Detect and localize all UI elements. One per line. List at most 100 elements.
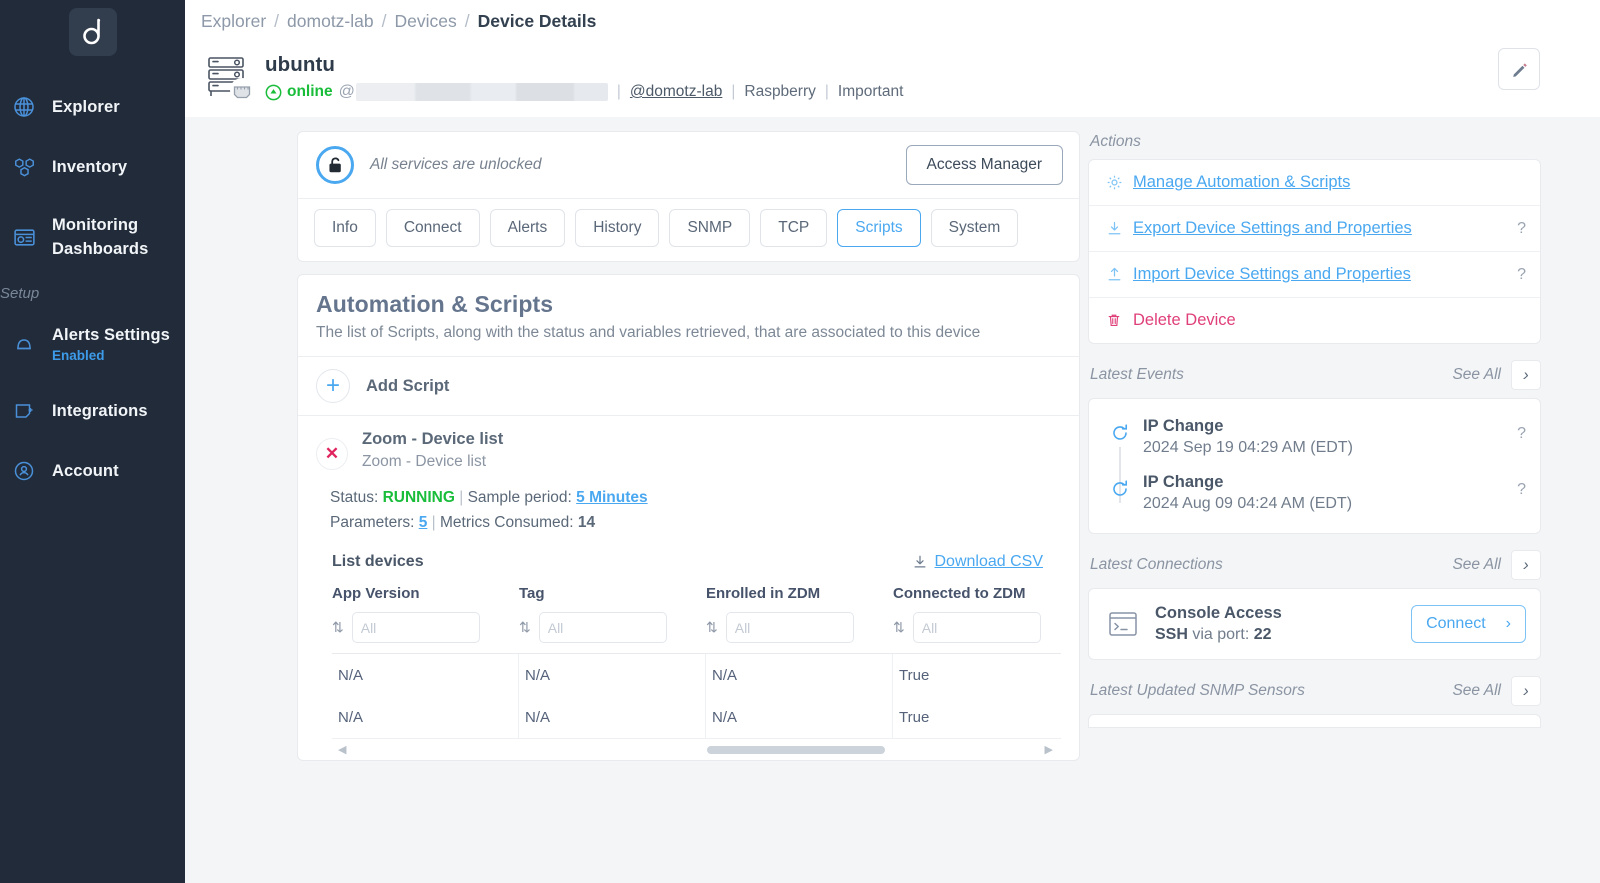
sort-updown-icon[interactable]: ⇅ — [706, 619, 718, 636]
access-manager-button[interactable]: Access Manager — [905, 145, 1063, 185]
cell-connected-zdm: True — [893, 654, 1079, 696]
connect-button[interactable]: Connect › — [1411, 605, 1526, 643]
close-x-icon[interactable]: ✕ — [316, 438, 348, 470]
see-all-snmp-link[interactable]: See All — [1452, 682, 1501, 700]
grid-horizontal-scrollbar[interactable]: ◀ ▶ — [332, 738, 1061, 760]
device-tag-important[interactable]: Important — [838, 83, 903, 101]
event-timestamp: 2024 Sep 19 04:29 AM (EDT) — [1143, 439, 1353, 456]
filter-input-connected-zdm[interactable] — [912, 612, 1041, 644]
globe-icon — [6, 93, 42, 121]
script-stats: Status: RUNNING | Sample period: 5 Minut… — [330, 485, 1061, 535]
actions-label-text: Actions — [1090, 133, 1141, 150]
see-all-connections-link[interactable]: See All — [1452, 556, 1501, 574]
sidebar-item-account[interactable]: Account — [0, 446, 185, 496]
sidebar-item-monitoring-dashboards[interactable]: Monitoring Dashboards — [0, 202, 185, 273]
event-item[interactable]: IP Change 2024 Sep 19 04:29 AM (EDT) ? — [1103, 409, 1526, 465]
dashboard-icon — [6, 223, 42, 251]
chevron-right-icon[interactable]: › — [1511, 360, 1541, 390]
scroll-right-arrow-icon[interactable]: ▶ — [1045, 743, 1053, 756]
action-manage-automation-scripts[interactable]: Manage Automation & Scripts — [1089, 160, 1540, 206]
cubes-icon — [6, 153, 42, 181]
script-title-row: ✕ Zoom - Device list Zoom - Device list — [316, 430, 1061, 471]
tab-system[interactable]: System — [930, 209, 1019, 247]
event-timestamp: 2024 Aug 09 04:24 AM (EDT) — [1143, 495, 1353, 512]
sidebar: Explorer Inventory Monitoring Dashboards… — [0, 0, 185, 883]
scroll-left-arrow-icon[interactable]: ◀ — [338, 743, 346, 756]
trash-icon — [1103, 312, 1125, 329]
latest-events-card: IP Change 2024 Sep 19 04:29 AM (EDT) ? I… — [1088, 398, 1541, 534]
sidebar-item-label: Monitoring Dashboards — [52, 216, 149, 259]
latest-events-section-label: Latest Events See All › — [1088, 358, 1541, 398]
edit-device-button[interactable] — [1498, 48, 1540, 90]
parameters-value[interactable]: 5 — [419, 514, 428, 531]
table-row[interactable]: N/A N/A N/A True — [332, 654, 1061, 697]
help-icon[interactable]: ? — [1517, 266, 1526, 284]
status-badge: online — [287, 83, 333, 100]
download-csv-button[interactable]: Download CSV — [912, 553, 1043, 571]
scrollbar-thumb[interactable] — [707, 746, 885, 755]
latest-snmp-label-text: Latest Updated SNMP Sensors — [1090, 682, 1305, 699]
chevron-right-icon[interactable]: › — [1511, 676, 1541, 706]
sort-updown-icon[interactable]: ⇅ — [332, 619, 344, 636]
sidebar-item-inventory[interactable]: Inventory — [0, 142, 185, 192]
add-script-button[interactable]: + Add Script — [298, 356, 1079, 415]
cell-enrolled-zdm: N/A — [706, 696, 893, 739]
action-export-device-settings[interactable]: Export Device Settings and Properties ? — [1089, 206, 1540, 252]
tab-snmp[interactable]: SNMP — [669, 209, 751, 247]
actions-card: Manage Automation & Scripts Export Devic… — [1088, 159, 1541, 344]
sort-updown-icon[interactable]: ⇅ — [519, 619, 531, 636]
help-icon[interactable]: ? — [1517, 220, 1526, 238]
action-import-device-settings[interactable]: Import Device Settings and Properties ? — [1089, 252, 1540, 298]
breadcrumb-item-devices[interactable]: Devices — [395, 11, 457, 32]
filter-input-tag[interactable] — [538, 612, 667, 644]
sidebar-item-label: Integrations — [52, 402, 148, 421]
grid-column-enrolled-zdm: Enrolled in ZDM ⇅ — [706, 585, 893, 653]
event-item[interactable]: IP Change 2024 Aug 09 04:24 AM (EDT) ? — [1103, 465, 1526, 521]
event-help-icon[interactable]: ? — [1517, 473, 1526, 499]
tab-info[interactable]: Info — [314, 209, 376, 247]
tab-history[interactable]: History — [575, 209, 660, 247]
sample-period-value[interactable]: 5 Minutes — [576, 489, 647, 506]
at-symbol: @ — [338, 83, 355, 100]
table-row[interactable]: N/A N/A N/A True — [332, 696, 1061, 739]
filter-input-app-version[interactable] — [351, 612, 480, 644]
tab-alerts[interactable]: Alerts — [489, 209, 566, 247]
column-header: Tag — [519, 585, 545, 603]
cell-app-version: N/A — [332, 654, 519, 697]
device-header: ubuntu online @ | @domotz-lab | Raspberr… — [185, 32, 1600, 117]
breadcrumb-item-explorer[interactable]: Explorer — [201, 11, 266, 32]
logo-container — [0, 0, 185, 56]
device-tag-raspberry[interactable]: Raspberry — [744, 83, 816, 101]
event-help-icon[interactable]: ? — [1517, 417, 1526, 443]
sidebar-item-alerts-text: Alerts Settings Enabled — [52, 323, 170, 365]
access-and-tabs-card: All services are unlocked Access Manager… — [297, 131, 1080, 262]
topbar: Explorer / domotz-lab / Devices / Device… — [185, 0, 1600, 117]
sort-updown-icon[interactable]: ⇅ — [893, 619, 905, 636]
automation-scripts-card: Automation & Scripts The list of Scripts… — [297, 274, 1080, 762]
tab-tcp[interactable]: TCP — [760, 209, 828, 247]
tab-connect[interactable]: Connect — [385, 209, 480, 247]
device-meta: ubuntu online @ | @domotz-lab | Raspberr… — [265, 49, 903, 101]
sidebar-item-explorer[interactable]: Explorer — [0, 82, 185, 132]
grid-column-connected-zdm: Connected to ZDM ⇅ — [893, 585, 1079, 653]
script-description: Zoom - Device list — [362, 453, 487, 470]
sidebar-item-alerts-settings[interactable]: Alerts Settings Enabled — [0, 312, 185, 376]
device-group-link[interactable]: @domotz-lab — [630, 83, 722, 101]
action-label: Import Device Settings and Properties — [1133, 265, 1411, 283]
see-all-events-link[interactable]: See All — [1452, 366, 1501, 384]
sidebar-item-integrations[interactable]: Integrations — [0, 386, 185, 436]
domotz-logo[interactable] — [68, 8, 117, 56]
column-filter: ⇅ — [332, 612, 519, 653]
page-title: ubuntu — [265, 53, 336, 76]
connection-card: Console Access SSH via port: 22 Connect … — [1088, 588, 1541, 660]
script-stats-line-2: Parameters: 5 | Metrics Consumed: 14 — [330, 510, 1061, 535]
integrations-icon — [6, 397, 42, 425]
filter-input-enrolled-zdm[interactable] — [725, 612, 854, 644]
automation-title: Automation & Scripts — [316, 291, 554, 317]
breadcrumb-item-domotz-lab[interactable]: domotz-lab — [287, 11, 374, 32]
chevron-right-icon[interactable]: › — [1511, 550, 1541, 580]
automation-description: The list of Scripts, along with the stat… — [316, 324, 981, 341]
metrics-value: 14 — [577, 514, 596, 532]
tab-scripts[interactable]: Scripts — [837, 209, 921, 247]
action-delete-device[interactable]: Delete Device — [1089, 298, 1540, 343]
